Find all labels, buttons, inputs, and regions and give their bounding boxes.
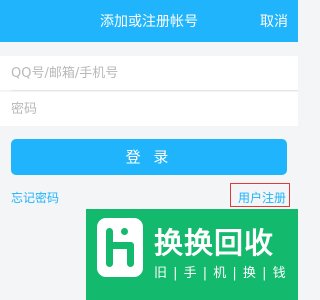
banner-subtitle: 旧 | 手 | 机 | 换 | 钱 <box>154 266 287 281</box>
register-link[interactable]: 用户注册 <box>238 189 286 206</box>
account-input[interactable] <box>0 56 298 90</box>
forgot-password-link[interactable]: 忘记密码 <box>11 189 59 206</box>
cancel-button[interactable]: 取消 <box>260 11 288 31</box>
page-title: 添加或注册帐号 <box>100 14 198 30</box>
header-bar: 添加或注册帐号 取消 <box>0 0 298 42</box>
h-logo-icon <box>97 218 143 277</box>
field-divider <box>11 90 298 91</box>
password-input[interactable] <box>0 92 298 126</box>
password-field <box>0 92 298 126</box>
login-button[interactable]: 登 录 <box>11 139 287 175</box>
banner-title: 换换回收 <box>154 226 275 260</box>
account-field <box>0 56 298 90</box>
